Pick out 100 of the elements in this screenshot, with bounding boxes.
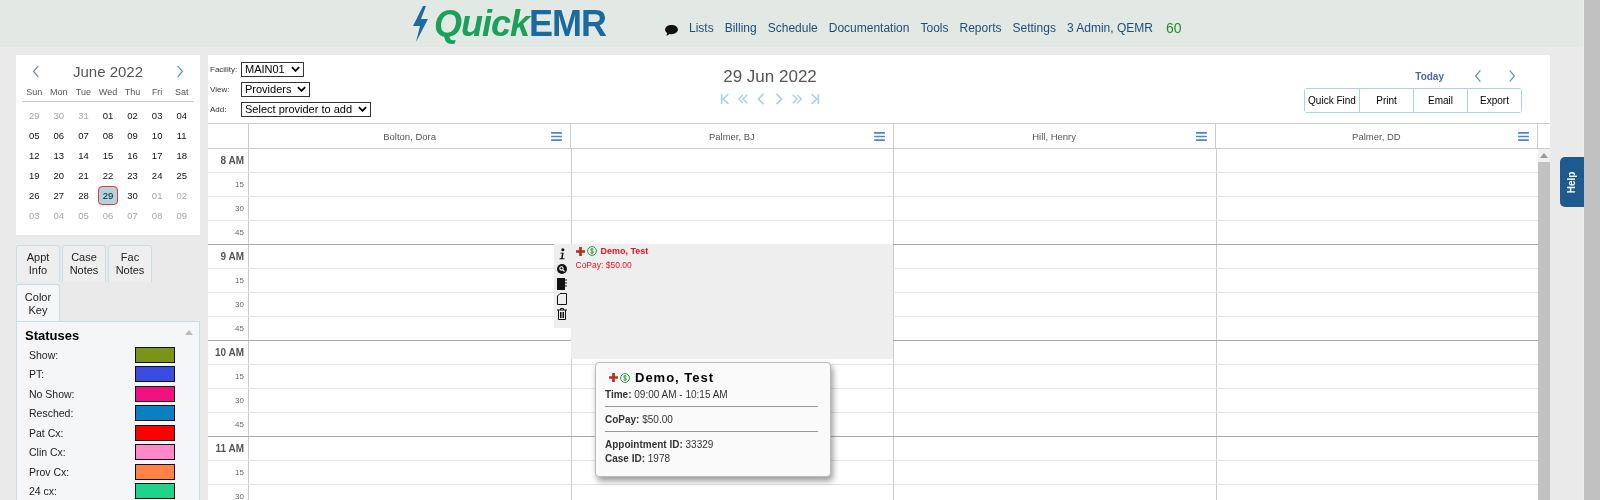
calendar-day[interactable]: 29	[97, 185, 119, 205]
time-label: 30	[235, 204, 244, 213]
dropdown[interactable]: Select provider to add	[241, 101, 371, 117]
toolbar-button[interactable]: Quick Find	[1305, 89, 1359, 112]
nav-link[interactable]: Reports	[959, 20, 1002, 35]
calendar-day[interactable]: 25	[171, 165, 192, 185]
copay-text: CoPay: $50.00	[575, 260, 633, 270]
calendar-day[interactable]: 03	[146, 105, 168, 125]
dropdown[interactable]: Providers	[241, 81, 311, 97]
time-label: 10 AM	[214, 347, 244, 358]
status-label: 24 cx:	[29, 485, 57, 498]
next-month-icon[interactable]	[176, 63, 184, 79]
calendar-day[interactable]: 17	[146, 145, 168, 165]
help-tab[interactable]: Help	[1560, 157, 1584, 207]
patient-name: Demo, Test	[600, 246, 649, 256]
nav-link[interactable]: Lists	[689, 20, 714, 35]
calendar-day[interactable]: 27	[48, 185, 70, 205]
time-label: 30	[235, 492, 244, 500]
weekday-label: Sat	[173, 87, 190, 97]
calendar-day[interactable]: 07	[73, 125, 94, 145]
calendar-day[interactable]: 09	[122, 125, 143, 145]
calendar-day[interactable]: 18	[171, 145, 192, 165]
nav-link[interactable]: Schedule	[767, 20, 818, 35]
calendar-day[interactable]: 11	[171, 125, 192, 145]
previous-icon[interactable]	[1474, 69, 1482, 83]
calendar-day[interactable]: 23	[122, 165, 143, 185]
calendar-day[interactable]: 02	[122, 105, 143, 125]
trash-icon[interactable]	[557, 308, 567, 320]
next-icon[interactable]	[1508, 69, 1516, 83]
chat-bubble-icon[interactable]	[665, 25, 678, 36]
notebook-icon[interactable]	[557, 278, 567, 290]
calendar-day[interactable]: 15	[97, 145, 119, 165]
calendar-day[interactable]: 04	[171, 105, 192, 125]
side-tab[interactable]: Fac Notes	[108, 245, 152, 282]
calendar-day[interactable]: 12	[24, 145, 45, 165]
caret-icon[interactable]	[358, 106, 367, 112]
calendar-day[interactable]: 19	[24, 165, 45, 185]
time-label: 15	[235, 468, 244, 477]
search-icon[interactable]	[557, 263, 567, 275]
appointment-block[interactable]: Demo, Test CoPay: $50.00	[570, 244, 893, 359]
calendar-day[interactable]: 01	[97, 105, 119, 125]
toolbar-button[interactable]: Export	[1467, 89, 1521, 112]
filter-label: Facility:	[210, 64, 239, 74]
detail-text: Appointment ID: 33329	[605, 438, 715, 452]
dropdown[interactable]: MAIN01	[241, 61, 304, 77]
page-scrollbar[interactable]	[1583, 0, 1600, 500]
scroll-up-icon[interactable]	[185, 330, 193, 335]
calendar-day[interactable]: 13	[48, 145, 70, 165]
provider-name: Bolton, Dora	[383, 130, 437, 142]
calendar-day[interactable]: 26	[24, 185, 45, 205]
scrollbar[interactable]	[1538, 149, 1550, 500]
menu-icon[interactable]	[1195, 131, 1207, 141]
calendar-day[interactable]: 06	[48, 125, 70, 145]
detail-text: Time: 09:00 AM - 10:15 AM	[605, 388, 729, 402]
scroll-up-icon[interactable]	[1540, 153, 1548, 158]
calendar-day[interactable]: 16	[122, 145, 143, 165]
menu-icon[interactable]	[873, 131, 885, 141]
weekday-label: Sun	[25, 87, 44, 97]
info-icon[interactable]	[557, 248, 567, 260]
provider-name: Hill, Henry	[1032, 130, 1077, 142]
time-label: 9 AM	[220, 251, 244, 262]
calendar-day[interactable]: 30	[122, 185, 143, 205]
cross-icon	[609, 373, 618, 382]
today-link[interactable]: Today	[1415, 70, 1444, 82]
provider-name: Palmer, DD	[1352, 130, 1401, 142]
weekday-label: Wed	[97, 87, 119, 97]
detail-text: Case ID: 1978	[605, 452, 672, 466]
nav-link[interactable]: Billing	[724, 20, 757, 35]
side-tab[interactable]: Case Notes	[62, 245, 106, 282]
calendar-day[interactable]: 28	[73, 185, 94, 205]
counter: 60	[1165, 19, 1182, 36]
calendar-day[interactable]: 08	[97, 125, 119, 145]
calendar-day[interactable]: 14	[73, 145, 94, 165]
page-icon[interactable]	[557, 293, 567, 305]
cross-icon	[575, 246, 585, 256]
time-label: 15	[235, 276, 244, 285]
nav-link[interactable]: 3 Admin, QEMR	[1066, 20, 1153, 35]
nav-link[interactable]: Settings	[1012, 20, 1056, 35]
calendar-day[interactable]: 21	[73, 165, 94, 185]
calendar-day[interactable]: 22	[97, 165, 119, 185]
previous-month-icon[interactable]	[32, 63, 40, 79]
detail-text: CoPay: $50.00	[605, 413, 674, 427]
section-title: Statuses	[25, 328, 80, 343]
dollar-icon	[620, 372, 630, 383]
menu-icon[interactable]	[1518, 131, 1529, 141]
caret-icon[interactable]	[290, 66, 300, 72]
weekday-label: Tue	[74, 87, 92, 97]
logo-text: Quick	[434, 2, 530, 45]
calendar-day[interactable]: 24	[146, 165, 168, 185]
nav-link[interactable]: Tools	[920, 20, 949, 35]
menu-icon[interactable]	[551, 131, 563, 141]
caret-icon[interactable]	[297, 86, 307, 92]
calendar-day[interactable]: 10	[146, 125, 168, 145]
calendar-day[interactable]: 05	[24, 125, 45, 145]
status-label: Prov Cx:	[29, 465, 70, 478]
calendar-day[interactable]: 20	[48, 165, 70, 185]
nav-link[interactable]: Documentation	[828, 20, 910, 35]
side-tab[interactable]: Appt Info	[16, 245, 60, 282]
side-tab[interactable]: Color Key	[16, 284, 60, 322]
time-label: 11 AM	[215, 443, 244, 454]
